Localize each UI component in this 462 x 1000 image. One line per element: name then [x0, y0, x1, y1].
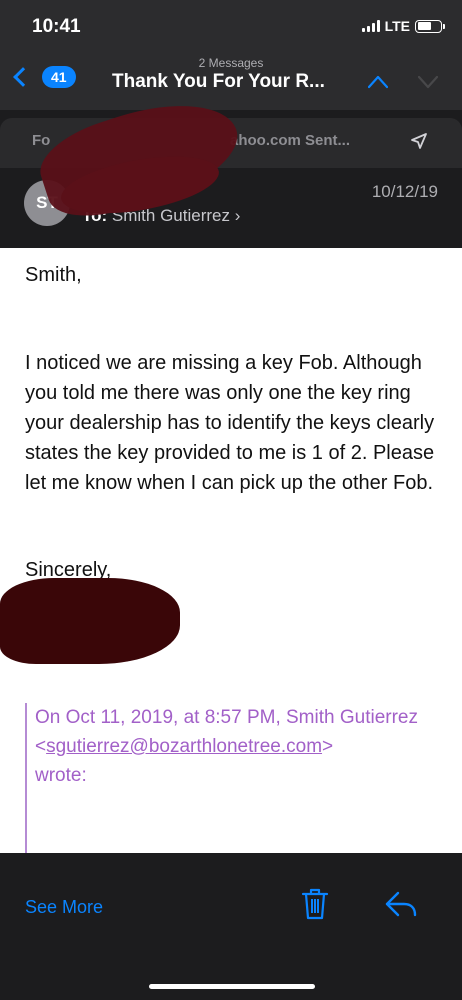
quoted-reply: On Oct 11, 2019, at 8:57 PM, Smith Gutie… [25, 703, 445, 853]
signature: z [150, 617, 462, 647]
preview-text: ahoo.com Sent... [230, 132, 351, 149]
trash-icon[interactable] [300, 887, 330, 921]
bottom-toolbar: See More [0, 853, 462, 1000]
unread-count-badge: 41 [42, 66, 76, 88]
see-more-button[interactable]: See More [25, 897, 103, 918]
nav-bar: 2 Messages 41 Thank You For Your R... [0, 50, 462, 110]
status-time: 10:41 [32, 16, 81, 37]
network-label: LTE [384, 18, 410, 34]
quote-email-line: <sgutierrez@bozarthlonetree.com> [35, 736, 334, 757]
quote-wrote: wrote: [35, 765, 87, 786]
battery-icon [415, 19, 445, 33]
greeting: Smith, [25, 264, 82, 286]
arrow-up-icon[interactable] [368, 72, 388, 92]
email-body: Smith, I noticed we are missing a key Fo… [0, 248, 462, 853]
status-indicators: LTE [361, 18, 445, 34]
send-icon [411, 133, 427, 149]
message-date: 10/12/19 [371, 182, 438, 201]
home-indicator [149, 984, 315, 989]
status-bar: 10:41 LTE [0, 0, 462, 50]
redaction-mark [0, 578, 180, 664]
back-button[interactable]: 41 [10, 66, 76, 88]
thread-title: Thank You For Your R... [112, 71, 325, 92]
signal-icon [361, 20, 380, 32]
message-paragraph: I noticed we are missing a key Fob. Alth… [25, 352, 435, 494]
quote-email-link[interactable]: sgutierrez@bozarthlonetree.com [46, 736, 322, 757]
chevron-right-icon: › [234, 206, 241, 225]
preview-sender: Fo [32, 132, 51, 149]
quote-header: On Oct 11, 2019, at 8:57 PM, Smith Gutie… [35, 707, 418, 728]
arrow-down-icon[interactable] [418, 72, 438, 92]
back-chevron-icon [13, 67, 33, 87]
reply-icon[interactable] [384, 889, 418, 919]
